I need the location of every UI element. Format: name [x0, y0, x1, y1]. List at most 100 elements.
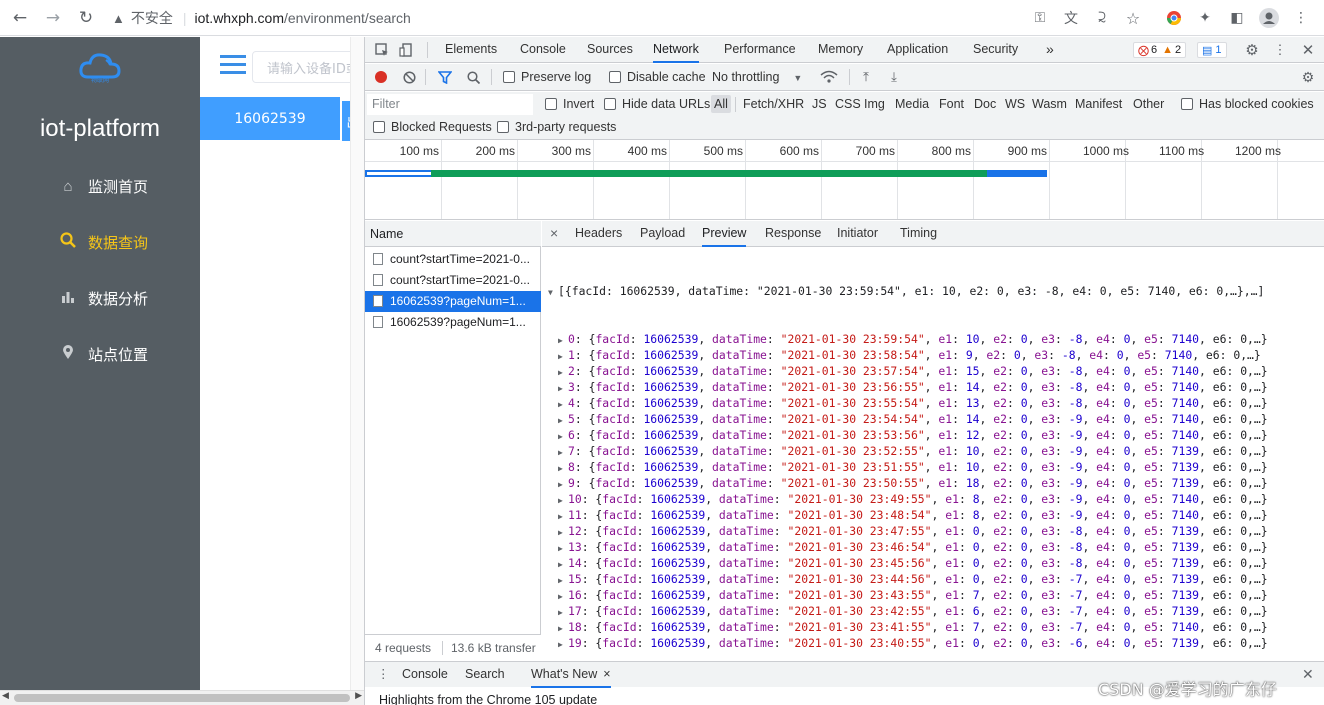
expanded-triangle-icon[interactable]: ▼	[548, 285, 558, 299]
clear-icon[interactable]	[400, 68, 418, 86]
third-party-checkbox[interactable]: 3rd-party requests	[497, 120, 616, 134]
collapsed-triangle-icon[interactable]: ▶	[558, 621, 568, 635]
filter-type-manifest[interactable]: Manifest	[1075, 97, 1122, 111]
json-row[interactable]: ▶ 4: {facId: 16062539, dataTime: "2021-01…	[548, 395, 1324, 411]
json-row[interactable]: ▶ 19: {facId: 16062539, dataTime: "2021-0…	[548, 635, 1324, 651]
close-detail-icon[interactable]: ×	[550, 221, 558, 247]
menu-item-home[interactable]: ⌂ 监测首页	[58, 172, 198, 200]
throttling-select[interactable]: No throttling ▼	[712, 70, 802, 84]
collapsed-triangle-icon[interactable]: ▶	[558, 445, 568, 459]
json-row[interactable]: ▶ 0: {facId: 16062539, dataTime: "2021-01…	[548, 331, 1324, 347]
json-row[interactable]: ▶ 6: {facId: 16062539, dataTime: "2021-01…	[548, 427, 1324, 443]
export-har-icon[interactable]: ⤓	[885, 68, 903, 86]
settings-gear-icon[interactable]: ⚙	[1243, 41, 1261, 59]
filter-type-fetch-xhr[interactable]: Fetch/XHR	[743, 97, 804, 111]
bookmark-star-icon[interactable]: ☆	[1122, 7, 1144, 29]
back-arrow-icon[interactable]: ←	[8, 6, 32, 30]
filter-type-other[interactable]: Other	[1133, 97, 1164, 111]
close-devtools-icon[interactable]: ✕	[1299, 41, 1317, 59]
device-search-input[interactable]: 请输入设备ID或设	[252, 51, 364, 83]
request-row[interactable]: 16062539?pageNum=1...	[365, 312, 541, 333]
issues-badge[interactable]: ⨂ 6 ▲ 2	[1133, 42, 1187, 58]
filter-type-doc[interactable]: Doc	[974, 97, 996, 111]
key-icon[interactable]: ⚿	[1029, 7, 1051, 29]
checkbox-box[interactable]	[1181, 98, 1193, 110]
menu-item-data-analysis[interactable]: 数据分析	[58, 284, 198, 312]
json-row[interactable]: ▶ 17: {facId: 16062539, dataTime: "2021-0…	[548, 603, 1324, 619]
network-conditions-icon[interactable]	[820, 68, 838, 86]
chrome-extension-icon[interactable]	[1163, 7, 1185, 29]
drawer-kebab-icon[interactable]: ⋮	[377, 662, 390, 688]
collapsed-triangle-icon[interactable]: ▶	[558, 605, 568, 619]
filter-type-wasm[interactable]: Wasm	[1032, 97, 1067, 111]
collapsed-triangle-icon[interactable]: ▶	[558, 365, 568, 379]
request-row[interactable]: count?startTime=2021-0...	[365, 249, 541, 270]
request-list-header[interactable]: Name	[365, 221, 541, 247]
tab-initiator[interactable]: Initiator	[837, 221, 878, 247]
disable-cache-checkbox[interactable]: Disable cache	[609, 70, 706, 84]
collapsed-triangle-icon[interactable]: ▶	[558, 381, 568, 395]
share-icon[interactable]: ⫈	[1091, 7, 1113, 29]
device-toggle-icon[interactable]	[397, 41, 415, 59]
filter-type-js[interactable]: JS	[812, 97, 827, 111]
collapsed-triangle-icon[interactable]: ▶	[558, 509, 568, 523]
request-row-selected[interactable]: 16062539?pageNum=1...	[365, 291, 541, 312]
device-list-item[interactable]: 16062539	[200, 97, 340, 140]
scroll-left-arrow-icon[interactable]: ◀	[2, 691, 9, 701]
drawer-tab-whats-new[interactable]: What's New ×	[531, 662, 611, 688]
network-overview-timeline[interactable]: 100 ms 200 ms 300 ms 400 ms 500 ms 600 ms 700 …	[365, 140, 1324, 220]
tab-response[interactable]: Response	[765, 221, 821, 247]
json-row[interactable]: ▶ 2: {facId: 16062539, dataTime: "2021-01…	[548, 363, 1324, 379]
json-row[interactable]: ▶ 12: {facId: 16062539, dataTime: "2021-0…	[548, 523, 1324, 539]
checkbox-box[interactable]	[604, 98, 616, 110]
messages-badge[interactable]: ▤ 1	[1197, 42, 1227, 58]
filter-type-css[interactable]: CSS	[835, 97, 861, 111]
json-row[interactable]: ▶ 1: {facId: 16062539, dataTime: "2021-01…	[548, 347, 1324, 363]
json-row[interactable]: ▶ 9: {facId: 16062539, dataTime: "2021-01…	[548, 475, 1324, 491]
tab-payload[interactable]: Payload	[640, 221, 685, 247]
json-row[interactable]: ▶ 14: {facId: 16062539, dataTime: "2021-0…	[548, 555, 1324, 571]
menu-item-site-location[interactable]: 站点位置	[58, 340, 198, 368]
checkbox-box[interactable]	[497, 121, 509, 133]
filter-type-all[interactable]: All	[711, 95, 731, 113]
tab-headers[interactable]: Headers	[575, 221, 622, 247]
filter-input[interactable]: Filter	[367, 94, 533, 115]
filter-funnel-icon[interactable]	[436, 68, 454, 86]
tab-memory[interactable]: Memory	[818, 37, 863, 63]
collapsed-triangle-icon[interactable]: ▶	[558, 349, 568, 363]
filter-type-font[interactable]: Font	[939, 97, 964, 111]
json-row[interactable]: ▶ 5: {facId: 16062539, dataTime: "2021-01…	[548, 411, 1324, 427]
address-bar[interactable]: ▲ 不安全 | iot.whxph.com/environment/search	[112, 4, 1162, 32]
inspect-element-icon[interactable]	[373, 41, 391, 59]
page-vertical-scrollbar[interactable]	[350, 37, 364, 690]
collapsed-triangle-icon[interactable]: ▶	[558, 493, 568, 507]
invert-checkbox[interactable]: Invert	[545, 97, 594, 111]
checkbox-box[interactable]	[503, 71, 515, 83]
tab-application[interactable]: Application	[887, 37, 948, 63]
tab-sources[interactable]: Sources	[587, 37, 633, 63]
preserve-log-checkbox[interactable]: Preserve log	[503, 70, 591, 84]
forward-arrow-icon[interactable]: →	[41, 6, 65, 30]
hamburger-menu-icon[interactable]	[220, 55, 246, 77]
filter-type-img[interactable]: Img	[864, 97, 885, 111]
drawer-tab-search[interactable]: Search	[465, 662, 505, 688]
json-row[interactable]: ▶ 15: {facId: 16062539, dataTime: "2021-0…	[548, 571, 1324, 587]
tab-network[interactable]: Network	[653, 37, 699, 63]
collapsed-triangle-icon[interactable]: ▶	[558, 429, 568, 443]
translate-icon[interactable]: 文	[1060, 7, 1082, 29]
json-row[interactable]: ▶ 10: {facId: 16062539, dataTime: "2021-0…	[548, 491, 1324, 507]
hide-data-urls-checkbox[interactable]: Hide data URLs	[604, 97, 710, 111]
json-row[interactable]: ▶ 3: {facId: 16062539, dataTime: "2021-01…	[548, 379, 1324, 395]
tab-security[interactable]: Security	[973, 37, 1018, 63]
side-panel-icon[interactable]: ◧	[1226, 7, 1248, 29]
record-icon[interactable]	[375, 71, 387, 83]
scroll-thumb[interactable]	[14, 694, 350, 702]
profile-avatar-icon[interactable]	[1258, 7, 1280, 29]
search-icon[interactable]	[464, 68, 482, 86]
collapsed-triangle-icon[interactable]: ▶	[558, 413, 568, 427]
tab-console[interactable]: Console	[520, 37, 566, 63]
checkbox-box[interactable]	[545, 98, 557, 110]
tab-elements[interactable]: Elements	[445, 37, 497, 63]
json-root-line[interactable]: ▼ [{facId: 16062539, dataTime: "2021-01-3…	[548, 283, 1324, 299]
collapsed-triangle-icon[interactable]: ▶	[558, 637, 568, 651]
